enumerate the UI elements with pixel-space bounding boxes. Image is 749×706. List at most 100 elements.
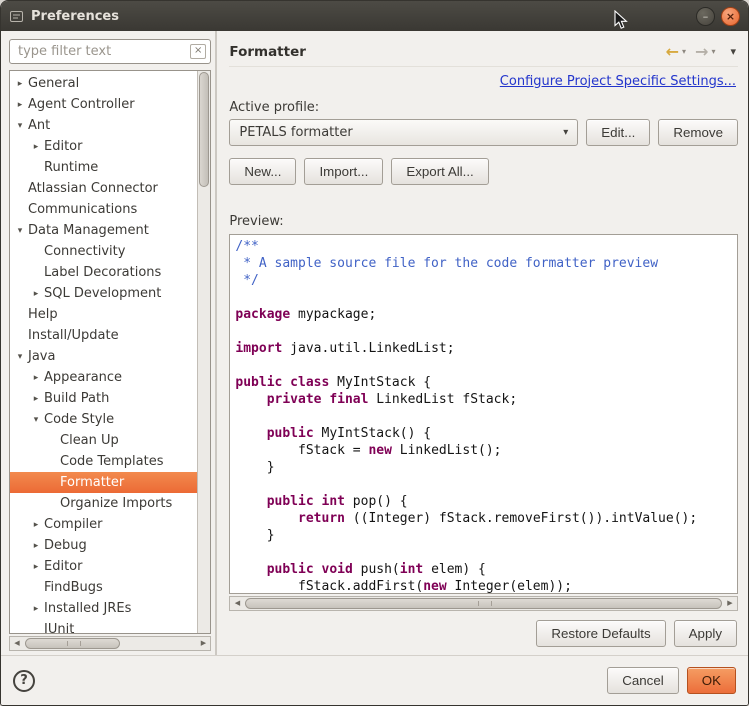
help-button[interactable]: ? — [13, 670, 35, 692]
expand-icon[interactable]: ▸ — [30, 289, 42, 299]
tree-item-label: Editor — [42, 139, 82, 154]
collapse-icon[interactable]: ▾ — [14, 121, 26, 131]
sidebar-item-general[interactable]: ▸General — [10, 73, 197, 94]
active-profile-label: Active profile: — [229, 95, 738, 115]
ok-button[interactable]: OK — [687, 667, 736, 694]
expand-icon[interactable]: ▸ — [30, 394, 42, 404]
code-line: package mypackage; — [235, 306, 732, 323]
combo-arrow-icon: ▾ — [563, 127, 568, 138]
scroll-right-icon[interactable]: ▶ — [196, 640, 210, 647]
apply-button[interactable]: Apply — [674, 620, 737, 647]
sidebar-item-editor[interactable]: ▸Editor — [10, 136, 197, 157]
sidebar-item-organize-imports[interactable]: Organize Imports — [10, 493, 197, 514]
sidebar-item-ant[interactable]: ▾Ant — [10, 115, 197, 136]
sidebar-item-findbugs[interactable]: FindBugs — [10, 577, 197, 598]
sidebar-item-atlassian-connector[interactable]: Atlassian Connector — [10, 178, 197, 199]
tree-item-label: Ant — [26, 118, 50, 133]
expand-icon[interactable]: ▸ — [30, 373, 42, 383]
remove-button[interactable]: Remove — [658, 119, 738, 146]
titlebar[interactable]: Preferences – × — [1, 1, 748, 31]
sidebar-item-runtime[interactable]: Runtime — [10, 157, 197, 178]
create-row: New... Import... Export All... — [229, 158, 738, 193]
cancel-button[interactable]: Cancel — [607, 667, 679, 694]
sidebar-item-data-management[interactable]: ▾Data Management — [10, 220, 197, 241]
sidebar-item-label-decorations[interactable]: Label Decorations — [10, 262, 197, 283]
preview-horizontal-scrollbar[interactable]: ◀ ▶ — [229, 596, 738, 611]
tree-item-label: Installed JREs — [42, 601, 131, 616]
tree-vertical-scrollbar[interactable] — [197, 71, 210, 633]
sidebar-item-code-templates[interactable]: Code Templates — [10, 451, 197, 472]
sidebar-item-agent-controller[interactable]: ▸Agent Controller — [10, 94, 197, 115]
sidebar-item-formatter[interactable]: Formatter — [10, 472, 197, 493]
view-menu-icon[interactable]: ▾ — [730, 45, 736, 58]
sidebar-item-communications[interactable]: Communications — [10, 199, 197, 220]
bottom-bar: ? Cancel OK — [1, 655, 748, 705]
scroll-right-icon[interactable]: ▶ — [723, 600, 737, 607]
sidebar-item-install-update[interactable]: Install/Update — [10, 325, 197, 346]
sidebar-item-debug[interactable]: ▸Debug — [10, 535, 197, 556]
panel-header: Formatter ← ▾ → ▾ ▾ — [229, 37, 738, 67]
sidebar-item-appearance[interactable]: ▸Appearance — [10, 367, 197, 388]
sidebar-item-help[interactable]: Help — [10, 304, 197, 325]
tree-item-label: Organize Imports — [58, 496, 172, 511]
tree-item-label: Formatter — [58, 475, 124, 490]
filter-input[interactable] — [16, 43, 190, 60]
sidebar-tree: ▸General▸Agent Controller▾Ant▸EditorRunt… — [10, 71, 197, 633]
tree-horizontal-scrollbar-thumb[interactable] — [25, 638, 120, 649]
sidebar-item-clean-up[interactable]: Clean Up — [10, 430, 197, 451]
expand-icon[interactable]: ▸ — [14, 79, 26, 89]
tree-item-label: General — [26, 76, 79, 91]
sidebar-item-code-style[interactable]: ▾Code Style — [10, 409, 197, 430]
scroll-left-icon[interactable]: ◀ — [10, 640, 24, 647]
sidebar-item-compiler[interactable]: ▸Compiler — [10, 514, 197, 535]
import-button[interactable]: Import... — [304, 158, 383, 185]
code-line: private final LinkedList fStack; — [235, 391, 732, 408]
code-line: */ — [235, 272, 732, 289]
active-profile-value: PETALS formatter — [239, 125, 352, 140]
back-dropdown-icon[interactable]: ▾ — [682, 47, 686, 56]
tree-item-label: Atlassian Connector — [26, 181, 158, 196]
sidebar-item-build-path[interactable]: ▸Build Path — [10, 388, 197, 409]
collapse-icon[interactable]: ▾ — [14, 226, 26, 236]
code-line — [235, 476, 732, 493]
tree-item-label: FindBugs — [42, 580, 103, 595]
code-line: public int pop() { — [235, 493, 732, 510]
code-line: } — [235, 459, 732, 476]
page-title: Formatter — [229, 44, 306, 60]
forward-dropdown-icon[interactable]: ▾ — [711, 47, 715, 56]
forward-icon[interactable]: → — [695, 42, 708, 61]
collapse-icon[interactable]: ▾ — [30, 415, 42, 425]
close-button[interactable]: × — [721, 7, 740, 26]
expand-icon[interactable]: ▸ — [30, 541, 42, 551]
export-all-button[interactable]: Export All... — [391, 158, 488, 185]
expand-icon[interactable]: ▸ — [14, 100, 26, 110]
main-area: × ▸General▸Agent Controller▾Ant▸EditorRu… — [1, 31, 748, 655]
code-line: import java.util.LinkedList; — [235, 340, 732, 357]
sidebar-item-sql-development[interactable]: ▸SQL Development — [10, 283, 197, 304]
tree-vertical-scrollbar-thumb[interactable] — [199, 72, 209, 187]
code-line: fStack.addFirst(new Integer(elem)); — [235, 578, 732, 594]
sidebar-item-editor[interactable]: ▸Editor — [10, 556, 197, 577]
nav-icons: ← ▾ → ▾ ▾ — [666, 42, 738, 61]
sidebar-item-connectivity[interactable]: Connectivity — [10, 241, 197, 262]
expand-icon[interactable]: ▸ — [30, 142, 42, 152]
configure-project-settings-link[interactable]: Configure Project Specific Settings... — [500, 74, 736, 89]
new-button[interactable]: New... — [229, 158, 296, 185]
expand-icon[interactable]: ▸ — [30, 562, 42, 572]
expand-icon[interactable]: ▸ — [30, 604, 42, 614]
sidebar-item-junit[interactable]: JUnit — [10, 619, 197, 633]
collapse-icon[interactable]: ▾ — [14, 352, 26, 362]
tree-horizontal-scrollbar[interactable]: ◀ ▶ — [9, 636, 211, 651]
sidebar-item-installed-jres[interactable]: ▸Installed JREs — [10, 598, 197, 619]
back-icon[interactable]: ← — [666, 42, 679, 61]
scroll-left-icon[interactable]: ◀ — [230, 600, 244, 607]
edit-button[interactable]: Edit... — [586, 119, 650, 146]
tree-item-label: Label Decorations — [42, 265, 161, 280]
preview-horizontal-scrollbar-thumb[interactable] — [245, 598, 722, 609]
clear-filter-icon[interactable]: × — [190, 44, 206, 59]
minimize-button[interactable]: – — [696, 7, 715, 26]
restore-defaults-button[interactable]: Restore Defaults — [536, 620, 665, 647]
active-profile-select[interactable]: PETALS formatter ▾ — [229, 119, 578, 146]
expand-icon[interactable]: ▸ — [30, 520, 42, 530]
sidebar-item-java[interactable]: ▾Java — [10, 346, 197, 367]
